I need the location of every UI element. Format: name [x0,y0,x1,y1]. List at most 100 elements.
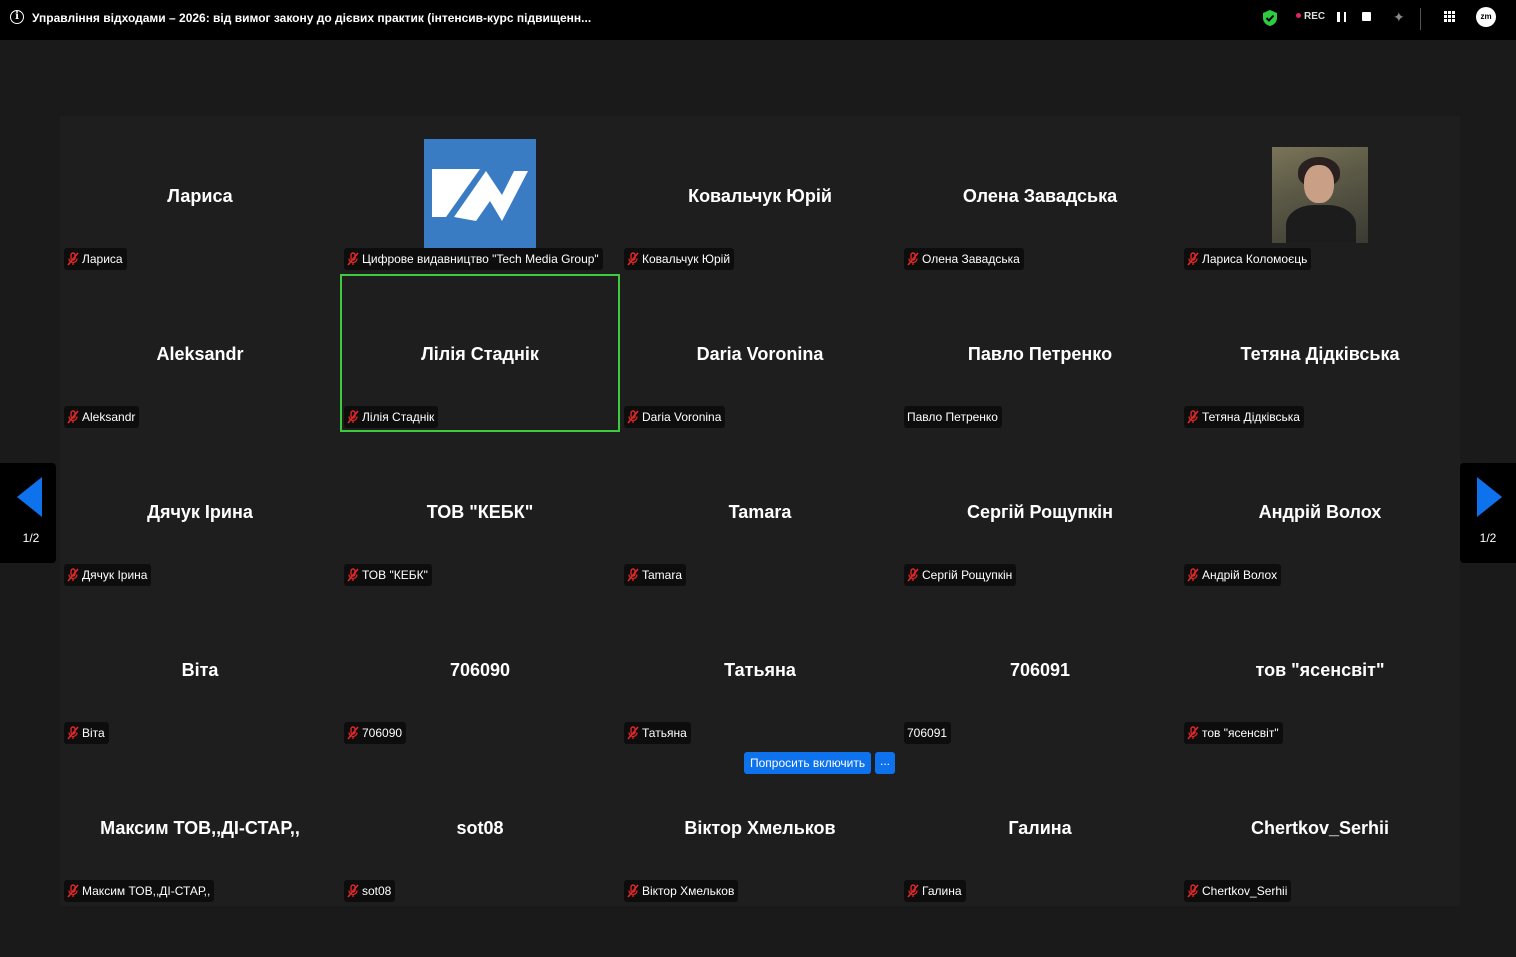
participant-tile[interactable]: Дячук Ірина Дячук Ірина [60,432,340,590]
shield-check-icon[interactable] [1262,9,1278,27]
participant-name-label: Tamara [624,564,687,586]
participant-logo [424,139,536,249]
participant-name-label: Ковальчук Юрій [624,248,735,270]
mic-off-icon [627,884,639,898]
info-icon[interactable]: i [10,10,24,24]
mic-off-icon [1187,884,1199,898]
participant-name-label: Андрій Волох [1184,564,1282,586]
participant-name-label: Віта [64,722,109,744]
mic-off-icon [67,884,79,898]
grid-icon[interactable] [1444,11,1455,22]
participant-tile[interactable]: Лариса Коломоєць [1180,116,1460,274]
participant-name-label: Daria Voronina [624,406,726,428]
participant-name-label: Цифрове видавництво "Tech Media Group" [344,248,603,270]
mic-off-icon [1187,410,1199,424]
participant-tile[interactable]: Aleksandr Aleksandr [60,274,340,432]
participant-tile[interactable]: ТОВ "КЕБК" ТОВ "КЕБК" [340,432,620,590]
top-bar: i Управління відходами – 2026: від вимог… [0,0,1516,40]
prev-page-button[interactable]: 1/2 [0,463,56,563]
participant-label-text: Дячук Ірина [82,568,148,582]
participant-tile[interactable]: Chertkov_Serhii Chertkov_Serhii [1180,748,1460,906]
participant-label-text: Сергій Рощупкін [922,568,1013,582]
mic-off-icon [907,568,919,582]
participant-label-text: Цифрове видавництво "Tech Media Group" [362,252,599,266]
mic-off-icon [347,410,359,424]
participant-tile[interactable]: Віта Віта [60,590,340,748]
participant-label-text: Tamara [642,568,683,582]
participant-label-text: sot08 [362,884,392,898]
mic-off-icon [627,726,639,740]
participant-display-name: 706090 [449,660,511,680]
participant-name-label: Галина [904,880,966,902]
mic-off-icon [907,884,919,898]
participant-name-label: ТОВ "КЕБК" [344,564,432,586]
participant-tile[interactable]: Галина Галина [900,748,1180,906]
participant-display-name: Дячук Ірина [147,502,253,522]
participant-tile[interactable]: Максим ТОВ,,ДІ-СТАР,, Максим ТОВ,,ДІ-СТАР… [60,748,340,906]
participant-tile[interactable]: 706091 706091 [900,590,1180,748]
mic-off-icon [627,410,639,424]
participant-name-label: 706091 [904,722,952,744]
participant-tile[interactable]: Лариса Лариса [60,116,340,274]
participant-tile[interactable]: Тетяна Дідківська Тетяна Дідківська [1180,274,1460,432]
participant-name-label: Aleksandr [64,406,140,428]
participant-tile[interactable]: Сергій Рощупкін Сергій Рощупкін [900,432,1180,590]
participant-photo [1272,147,1368,243]
participant-tile[interactable]: Цифрове видавництво "Tech Media Group" [340,116,620,274]
participant-label-text: Daria Voronina [642,410,722,424]
mic-off-icon [347,252,359,266]
sparkle-icon[interactable]: ✦ [1393,9,1405,26]
more-options-button[interactable]: ... [875,752,895,774]
participant-display-name: ТОВ "КЕБК" [426,502,534,522]
participant-label-text: Тетяна Дідківська [1202,410,1300,424]
participant-tile[interactable]: Ковальчук Юрій Ковальчук Юрій [620,116,900,274]
mic-off-icon [67,726,79,740]
mic-off-icon [67,568,79,582]
participant-display-name: Андрій Волох [1258,502,1382,522]
participant-tile[interactable]: Татьяна Татьяна [620,590,900,748]
participant-tile[interactable]: Андрій Волох Андрій Волох [1180,432,1460,590]
company-logo-icon [432,169,528,221]
participant-display-name: Галина [1008,818,1072,838]
mic-off-icon [627,568,639,582]
pause-icon[interactable] [1337,12,1346,22]
meeting-title: Управління відходами – 2026: від вимог з… [32,11,592,25]
participant-display-name: Aleksandr [156,344,244,364]
participant-label-text: Татьяна [642,726,687,740]
participant-name-label: Сергій Рощупкін [904,564,1017,586]
participant-display-name: Тетяна Дідківська [1240,344,1400,364]
mic-off-icon [907,252,919,266]
participant-label-text: Павло Петренко [907,410,998,424]
participant-display-name: Павло Петренко [967,344,1113,364]
participant-display-name: Максим ТОВ,,ДІ-СТАР,, [100,818,300,838]
participant-tile[interactable]: 706090 706090 [340,590,620,748]
participant-display-name: Chertkov_Serhii [1250,818,1390,838]
participant-tile[interactable]: Павло Петренко Павло Петренко [900,274,1180,432]
mic-off-icon [347,568,359,582]
participant-name-label: Chertkov_Serhii [1184,880,1292,902]
participant-display-name: Олена Завадська [962,186,1118,206]
participant-display-name: sot08 [456,818,504,838]
participant-tile[interactable]: тов "ясенсвіт" тов "ясенсвіт" [1180,590,1460,748]
participant-tile[interactable]: Tamara Tamara [620,432,900,590]
participant-display-name: 706091 [1009,660,1071,680]
participant-name-label: Максим ТОВ,,ДІ-СТАР,, [64,880,215,902]
participant-tile[interactable]: sot08 sot08 [340,748,620,906]
participant-label-text: Олена Завадська [922,252,1020,266]
zm-avatar-icon[interactable]: zm [1476,7,1496,27]
participant-name-label: 706090 [344,722,407,744]
toolbar-divider [1420,8,1421,30]
participant-display-name: Daria Voronina [696,344,824,364]
participant-display-name: Татьяна [724,660,796,680]
stop-icon[interactable] [1362,12,1371,21]
participant-name-label: Лариса Коломоєць [1184,248,1312,270]
participant-name-label: Лілія Стаднік [344,406,439,428]
participant-name-label: Олена Завадська [904,248,1024,270]
participant-label-text: тов "ясенсвіт" [1202,726,1279,740]
next-page-button[interactable]: 1/2 [1460,463,1516,563]
arrow-right-icon [1477,477,1502,517]
participant-tile[interactable]: Daria Voronina Daria Voronina [620,274,900,432]
participant-tile[interactable]: Олена Завадська Олена Завадська [900,116,1180,274]
participant-tile[interactable]: Лілія Стаднік Лілія Стаднік [340,274,620,432]
ask-to-unmute-button[interactable]: Попросить включить [744,752,872,774]
